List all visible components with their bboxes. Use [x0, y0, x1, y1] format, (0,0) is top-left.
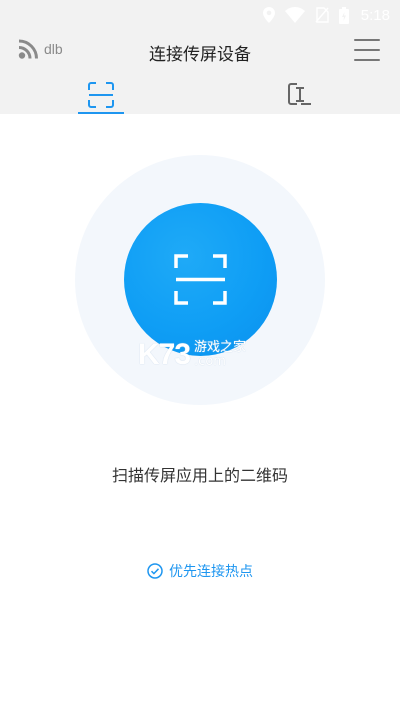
check-circle-icon[interactable] [147, 563, 163, 579]
no-sim-icon [315, 7, 329, 23]
hamburger-menu-icon [354, 39, 380, 41]
status-icons: 5:18 [262, 5, 390, 25]
tab-text-code[interactable] [278, 80, 324, 114]
watermark-logo: K73 游戏之家 .com [138, 340, 246, 370]
battery-icon [338, 6, 349, 24]
menu-button[interactable] [354, 39, 380, 61]
priority-hotspot-option[interactable]: 优先连接热点 [0, 561, 400, 581]
scan-instruction: 扫描传屏应用上的二维码 [111, 466, 288, 485]
scan-frame-icon [88, 82, 114, 108]
tab-active-indicator [78, 112, 124, 114]
location-icon [262, 7, 275, 23]
wifi-icon [284, 7, 305, 23]
scan-frame-icon [174, 254, 227, 305]
page-title: 连接传屏设备 [149, 45, 251, 65]
text-cursor-icon [288, 83, 311, 105]
header: dlb 连接传屏设备 [0, 30, 400, 114]
watermark-line1: 游戏之家 [194, 340, 247, 355]
watermark-text: 游戏之家 .com [194, 341, 246, 369]
watermark-line2: .com [194, 354, 226, 369]
scan-button[interactable] [124, 203, 277, 356]
tab-scan[interactable] [78, 80, 124, 114]
priority-hotspot-label: 优先连接热点 [169, 564, 253, 580]
status-bar: 5:18 [0, 0, 400, 30]
watermark-brand: K73 [138, 338, 191, 371]
status-time: 5:18 [360, 6, 390, 24]
